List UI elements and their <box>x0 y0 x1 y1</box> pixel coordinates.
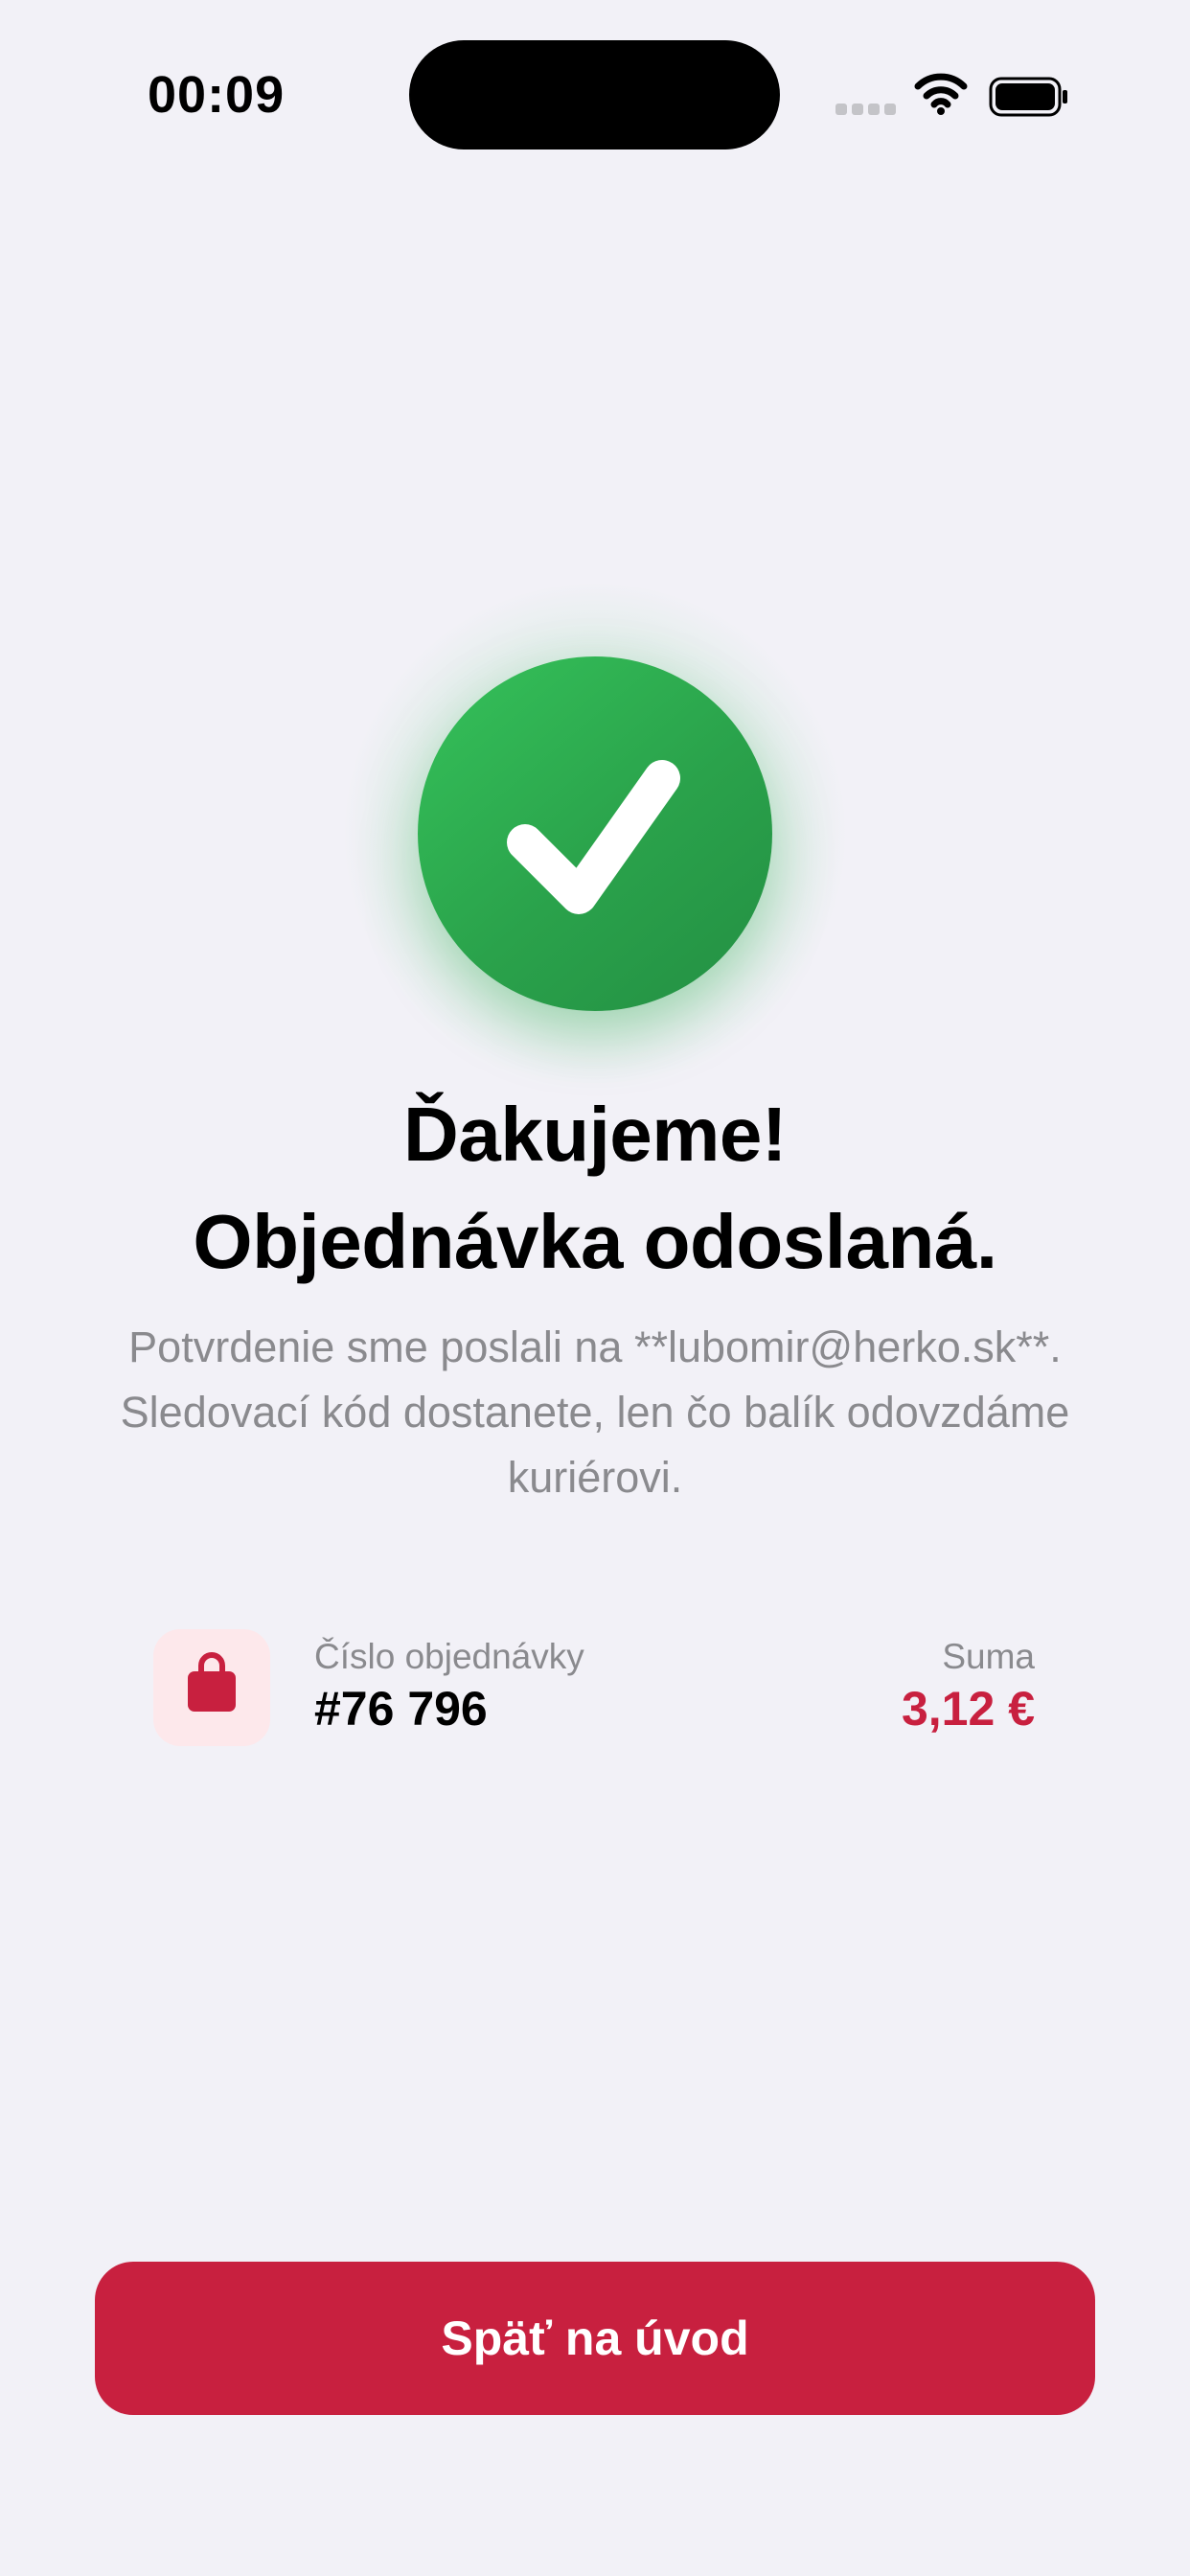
wifi-icon <box>914 73 968 115</box>
shopping-bag-icon <box>188 1652 236 1712</box>
checkmark-icon <box>507 760 680 914</box>
order-summary: Číslo objednávky #76 796 Suma 3,12 € <box>153 1627 1035 1748</box>
battery-icon <box>989 77 1067 117</box>
page-title: Ďakujeme! Objednávka odoslaná. <box>57 1081 1133 1296</box>
back-to-home-button[interactable]: Späť na úvod <box>95 2262 1095 2415</box>
title-line-2: Objednávka odoslaná. <box>193 1199 997 1284</box>
dynamic-island <box>409 40 780 150</box>
sum-value: 3,12 € <box>901 1682 1035 1736</box>
signal-icon <box>835 104 896 115</box>
title-line-1: Ďakujeme! <box>402 1092 788 1177</box>
status-icons <box>835 73 1085 121</box>
success-badge <box>418 656 772 1011</box>
confirmation-message: Potvrdenie sme poslali na **lubomir@herk… <box>120 1322 1070 1502</box>
sum-label: Suma <box>942 1637 1035 1676</box>
order-icon-box <box>153 1629 270 1746</box>
status-time: 00:09 <box>148 66 286 124</box>
status-bar: 00:09 <box>0 0 1190 192</box>
order-number: #76 796 <box>314 1682 488 1736</box>
order-number-label: Číslo objednávky <box>314 1637 584 1676</box>
